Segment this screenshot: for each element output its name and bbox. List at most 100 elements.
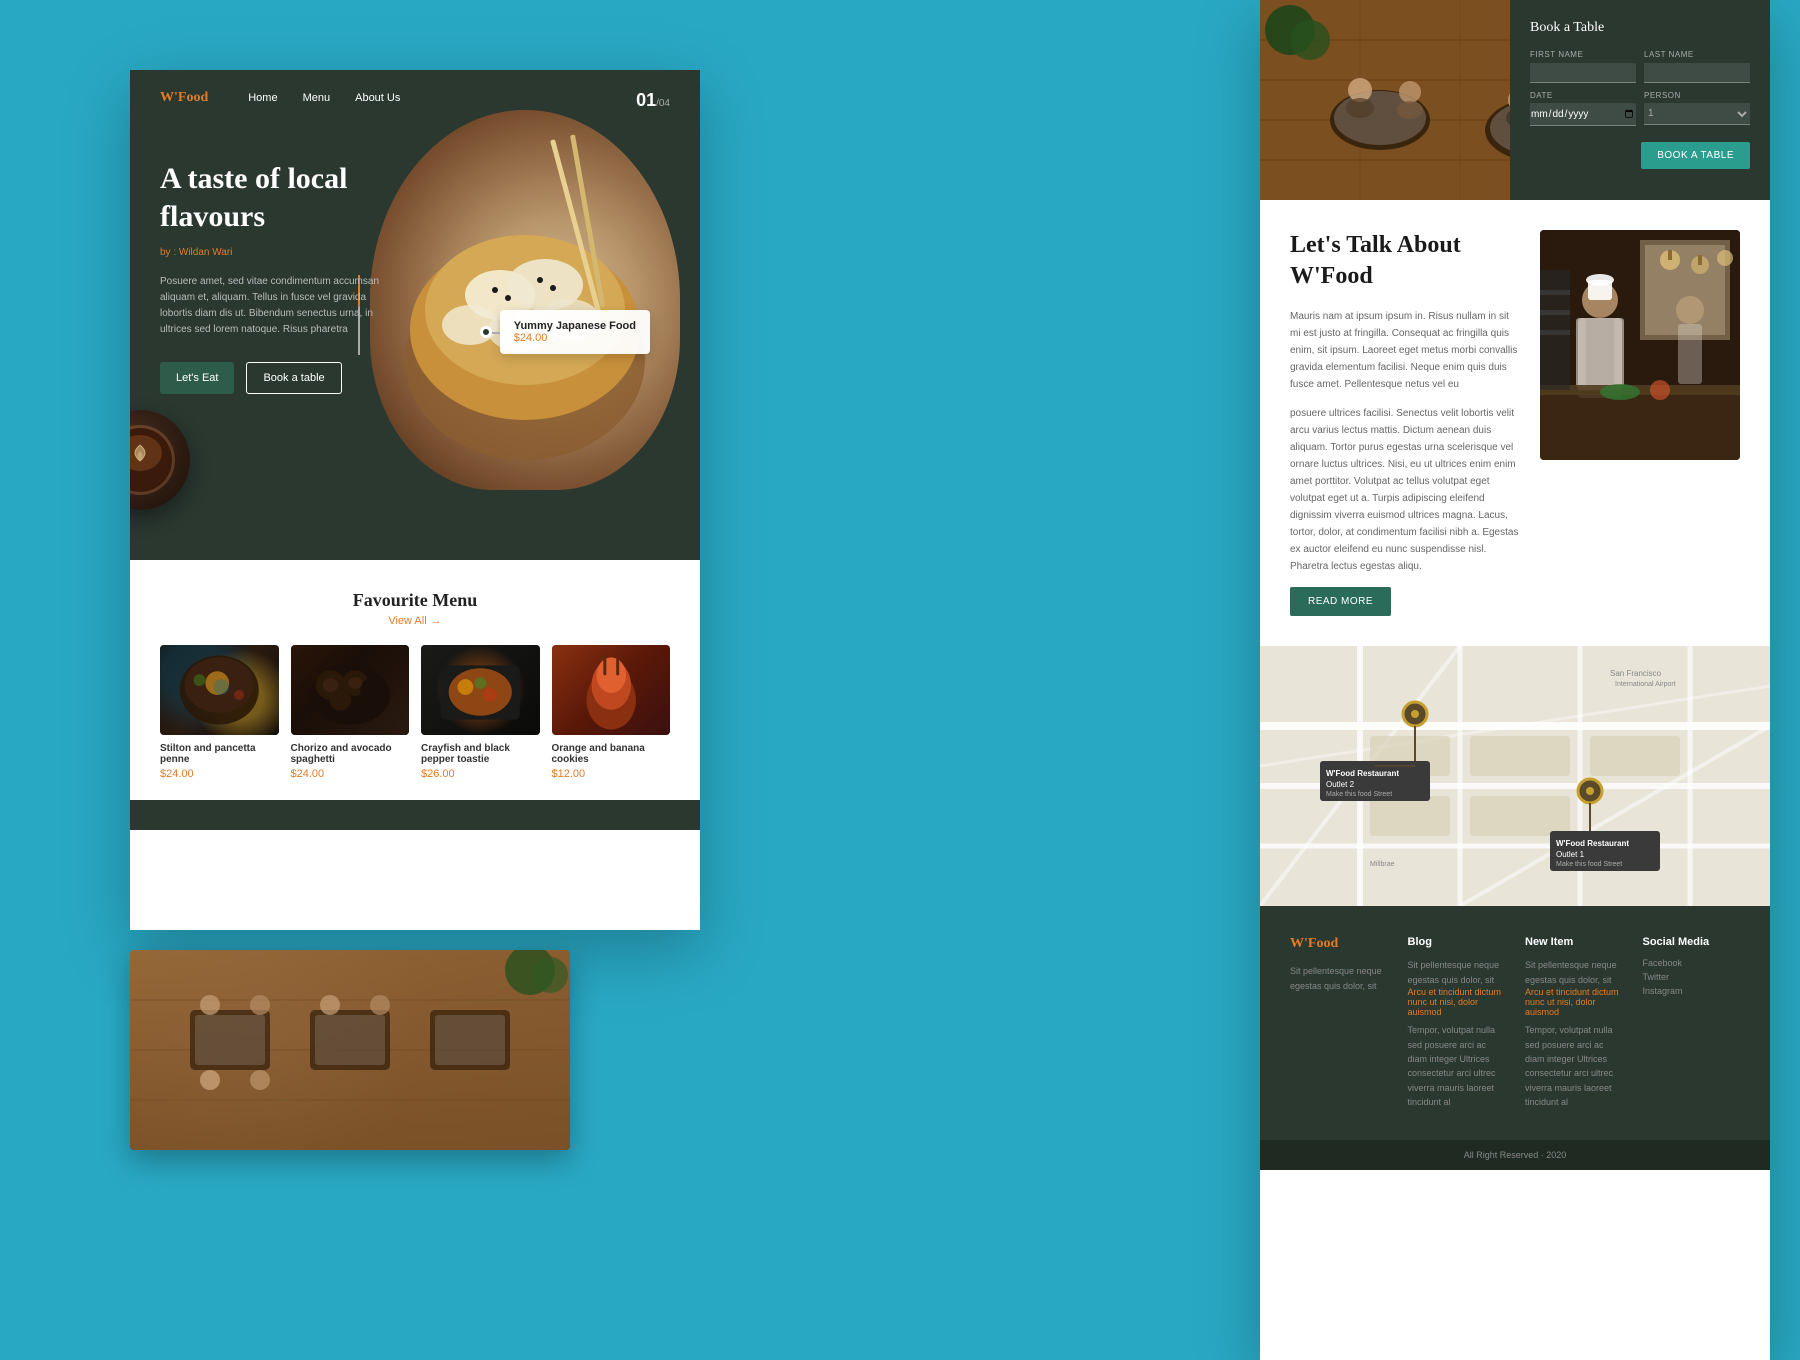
footer-blog-title: Blog [1408,936,1506,948]
svg-text:Make this food Street: Make this food Street [1326,791,1392,798]
last-name-label: LAST NAME [1644,50,1750,59]
first-name-label: FIRST NAME [1530,50,1636,59]
person-label: PERSON [1644,91,1750,100]
footer-social-title: Social Media [1643,936,1741,948]
footer-copyright: All Right Reserved · 2020 [1260,1140,1770,1170]
menu-item-4: Orange and banana cookies $12.00 [552,645,671,780]
footer-new-item: New Item Sit pellentesque neque egestas … [1525,936,1623,1109]
food-label-price: $24.00 [514,332,636,344]
nav-about[interactable]: About Us [355,92,400,104]
right-panel: Book a Table FIRST NAME LAST NAME DATE P… [1260,0,1770,1360]
svg-text:Outlet 2: Outlet 2 [1326,780,1355,789]
nav-links: Home Menu About Us [248,92,400,104]
read-more-button[interactable]: READ MORE [1290,587,1391,616]
hero-author: by : Wildan Wari [160,247,410,258]
menu-item-2-price: $24.00 [291,768,410,780]
dumpling-image [370,110,680,490]
coffee-latte [130,425,175,495]
menu-item-2-image [291,645,410,735]
book-form-title: Book a Table [1530,20,1750,36]
date-label: DATE [1530,91,1636,100]
menu-item-4-name: Orange and banana cookies [552,743,671,765]
menu-item-1: Stilton and pancetta penne $24.00 [160,645,279,780]
last-name-group: LAST NAME [1644,50,1750,83]
person-group: PERSON 1 2 3 4+ [1644,91,1750,126]
left-website-panel: W'Food Home Menu About Us 01/04 A taste … [130,70,700,930]
menu-item-1-price: $24.00 [160,768,279,780]
person-select[interactable]: 1 2 3 4+ [1644,103,1750,125]
coffee-cup-decoration [130,410,190,510]
book-table-form: Book a Table FIRST NAME LAST NAME DATE P… [1510,0,1770,200]
hero-title: A taste of local flavours [160,160,410,235]
first-name-input[interactable] [1530,63,1636,83]
dark-footer-strip [130,800,700,830]
menu-item-3-name: Crayfish and black pepper toastie [421,743,540,765]
menu-title: Favourite Menu [160,590,670,611]
slide-counter: 01/04 [636,90,670,111]
menu-item-4-image [552,645,671,735]
book-table-submit-button[interactable]: BOOK A TABLE [1641,142,1750,169]
talk-about-section: Let's Talk About W'Food Mauris nam at ip… [1260,200,1770,646]
menu-section: Favourite Menu View All → Sti [130,560,700,800]
svg-text:Outlet 1: Outlet 1 [1556,850,1585,859]
food-label-popup: Yummy Japanese Food $24.00 [500,310,650,354]
talk-paragraph-2: posuere ultrices facilisi. Senectus veli… [1290,405,1520,575]
first-name-group: FIRST NAME [1530,50,1636,83]
footer-twitter-link[interactable]: Twitter [1643,972,1741,982]
menu-item-3: Crayfish and black pepper toastie $26.00 [421,645,540,780]
menu-item-3-image [421,645,540,735]
food-label-line [492,332,500,334]
footer-new-item-title: New Item [1525,936,1623,948]
map-section: San Francisco International Airport Mill… [1260,646,1770,906]
menu-item-4-price: $12.00 [552,768,671,780]
svg-text:W'Food Restaurant: W'Food Restaurant [1326,769,1399,778]
date-group: DATE [1530,91,1636,126]
book-table-button-hero[interactable]: Book a table [246,362,341,394]
menu-grid: Stilton and pancetta penne $24.00 [160,645,670,780]
kitchen-image [1540,230,1740,460]
menu-item-2-name: Chorizo and avocado spaghetti [291,743,410,765]
svg-text:Make this food Street: Make this food Street [1556,861,1622,868]
hero-content: A taste of local flavours by : Wildan Wa… [160,160,410,394]
nav-menu[interactable]: Menu [303,92,331,104]
name-row: FIRST NAME LAST NAME [1530,50,1750,83]
svg-text:San Francisco: San Francisco [1610,669,1662,678]
menu-item-1-name: Stilton and pancetta penne [160,743,279,765]
footer-new-item-link[interactable]: Arcu et tincidunt dictum nunc ut nisi, d… [1525,987,1623,1017]
site-logo: W'Food [160,90,208,106]
menu-item-1-image [160,645,279,735]
last-name-input[interactable] [1644,63,1750,83]
arrow-right-icon: → [431,615,442,627]
food-label-dot [480,326,492,338]
nav-home[interactable]: Home [248,92,277,104]
footer-logo: W'Food [1290,936,1388,952]
footer-instagram-link[interactable]: Instagram [1643,986,1741,996]
talk-paragraph-1: Mauris nam at ipsum ipsum in. Risus null… [1290,308,1520,393]
food-label-name: Yummy Japanese Food [514,320,636,332]
footer-facebook-link[interactable]: Facebook [1643,958,1741,968]
footer-brand: W'Food Sit pellentesque neque egestas qu… [1290,936,1388,1109]
menu-item-2: Chorizo and avocado spaghetti $24.00 [291,645,410,780]
date-input[interactable] [1530,103,1636,126]
menu-item-3-price: $26.00 [421,768,540,780]
footer-blog-link[interactable]: Arcu et tincidunt dictum nunc ut nisi, d… [1408,987,1506,1017]
bottom-restaurant-image [130,950,570,1150]
hero-navigation: W'Food Home Menu About Us 01/04 [130,70,700,126]
hero-buttons: Let's Eat Book a table [160,362,410,394]
view-all-link[interactable]: View All → [160,615,670,627]
lets-eat-button[interactable]: Let's Eat [160,362,234,394]
talk-title: Let's Talk About W'Food [1290,230,1520,292]
talk-content: Let's Talk About W'Food Mauris nam at ip… [1290,230,1520,616]
svg-text:W'Food Restaurant: W'Food Restaurant [1556,839,1629,848]
site-footer: W'Food Sit pellentesque neque egestas qu… [1260,906,1770,1139]
footer-description: Sit pellentesque neque egestas quis dolo… [1290,964,1388,993]
food-image-container [370,110,680,490]
hero-section: W'Food Home Menu About Us 01/04 A taste … [130,70,700,560]
hero-description: Posuere amet, sed vitae condimentum accu… [160,274,380,338]
svg-text:International Airport: International Airport [1615,681,1676,688]
footer-social: Social Media Facebook Twitter Instagram [1643,936,1741,1109]
svg-text:Millbrae: Millbrae [1370,861,1395,868]
footer-blog: Blog Sit pellentesque neque egestas quis… [1408,936,1506,1109]
restaurant-top-image: Book a Table FIRST NAME LAST NAME DATE P… [1260,0,1770,200]
date-person-row: DATE PERSON 1 2 3 4+ [1530,91,1750,126]
